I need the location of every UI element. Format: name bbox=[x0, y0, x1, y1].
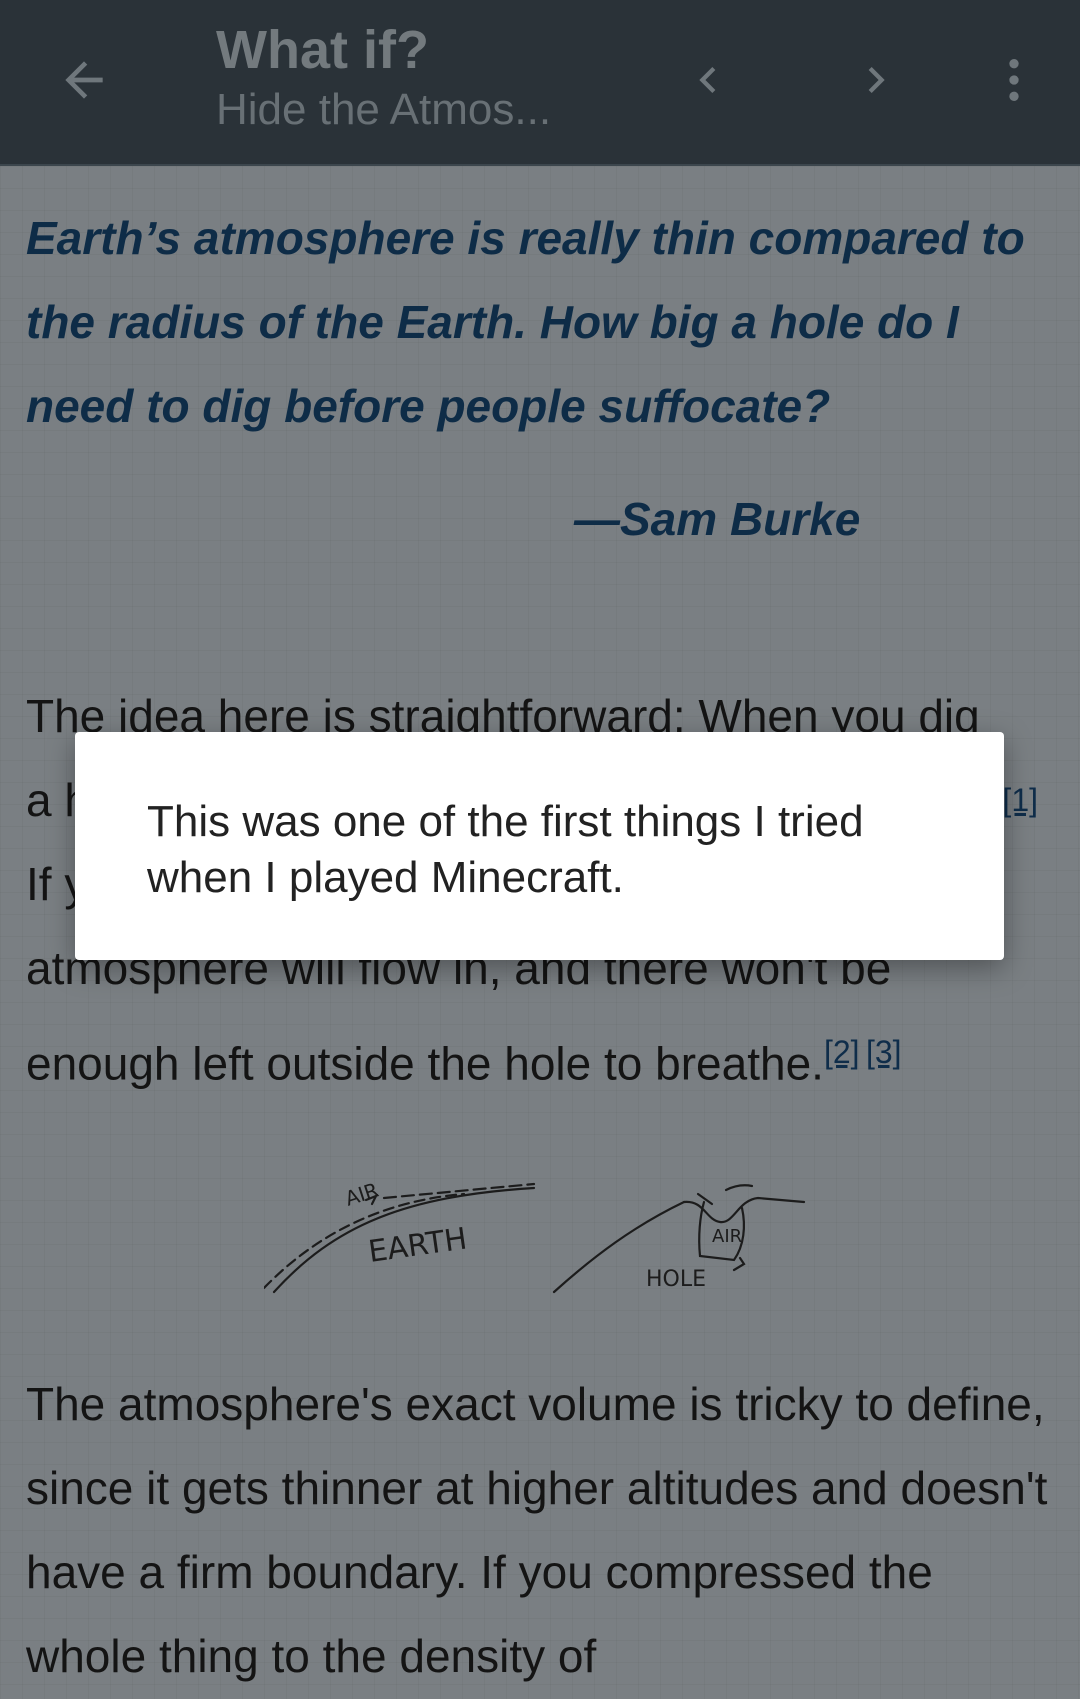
footnote-dialog[interactable]: This was one of the first things I tried… bbox=[75, 732, 1004, 960]
footnote-dialog-text: This was one of the first things I tried… bbox=[147, 797, 864, 902]
